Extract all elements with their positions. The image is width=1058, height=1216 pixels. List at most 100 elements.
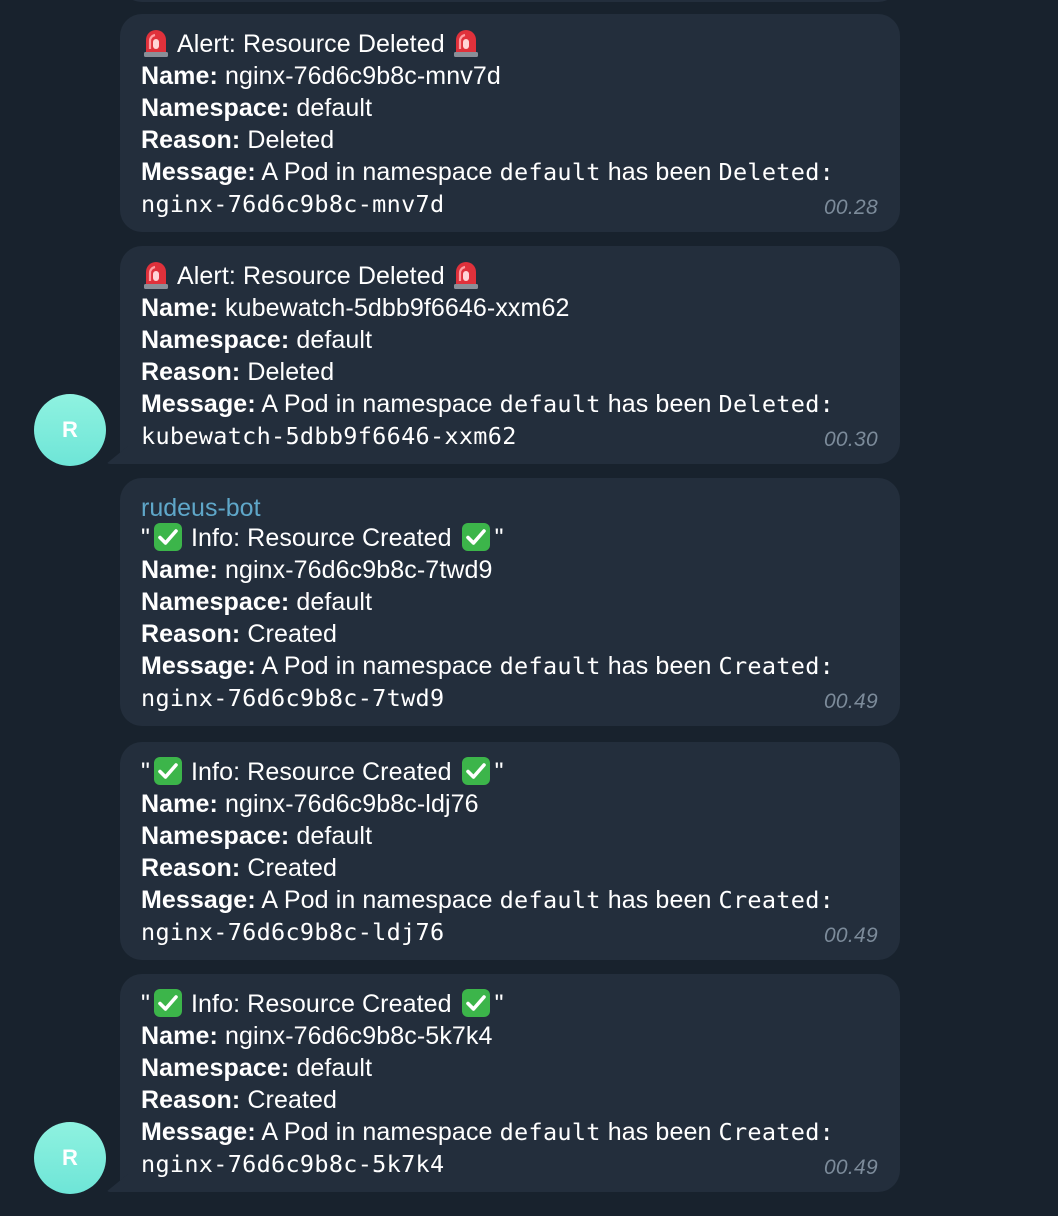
message-label: Message: <box>141 158 256 186</box>
reason-row: Reason: Created <box>141 1084 878 1116</box>
message-bubble[interactable]: Alert: Resource Deleted Name: nginx-76d6… <box>120 14 900 232</box>
previous-message-bubble[interactable] <box>120 0 900 2</box>
check-mark-icon <box>153 989 182 1017</box>
resource-code: nginx-76d6c9b8c-ldj76 <box>141 918 445 946</box>
namespace-row: Namespace: default <box>141 324 878 356</box>
name-label: Name: <box>141 556 218 584</box>
avatar[interactable]: R <box>34 394 106 466</box>
quote-close: " <box>494 524 504 552</box>
message-label: Message: <box>141 1118 256 1146</box>
alert-title-text: Alert: Resource Deleted <box>177 262 445 290</box>
message-bubble[interactable]: rudeus-bot " Info: Resource Created " Na… <box>120 478 900 726</box>
message-time: 00.30 <box>823 428 878 451</box>
message-namespace-code: default <box>499 390 601 418</box>
message-label: Message: <box>141 886 256 914</box>
message-time: 00.49 <box>823 1156 878 1179</box>
namespace-row: Namespace: default <box>141 586 878 618</box>
quote-close: " <box>494 990 504 1018</box>
message-action-code: Created: <box>718 886 835 914</box>
namespace-value: default <box>296 588 373 616</box>
message-bubble[interactable]: " Info: Resource Created " Name: nginx-7… <box>120 974 900 1192</box>
namespace-row: Namespace: default <box>141 820 878 852</box>
quote-close: " <box>494 758 504 786</box>
reason-value: Created <box>247 854 338 882</box>
message-mid: has been <box>607 1118 712 1146</box>
namespace-row: Namespace: default <box>141 92 878 124</box>
name-label: Name: <box>141 294 218 322</box>
avatar[interactable]: R <box>34 1122 106 1194</box>
check-mark-icon <box>153 523 182 551</box>
reason-value: Deleted <box>247 358 335 386</box>
siren-icon <box>453 262 478 289</box>
quote-open: " <box>141 990 150 1018</box>
message-row: Message: A Pod in namespace default has … <box>141 388 878 420</box>
message-action-code: Created: <box>718 652 835 680</box>
info-title-text: Info: Resource Created <box>190 524 452 552</box>
namespace-label: Namespace: <box>141 94 290 122</box>
name-row: Name: kubewatch-5dbb9f6646-xxm62 <box>141 292 878 324</box>
name-row: Name: nginx-76d6c9b8c-5k7k4 <box>141 1020 878 1052</box>
resource-code: nginx-76d6c9b8c-7twd9 <box>141 684 445 712</box>
alert-title-text: Alert: Resource Deleted <box>177 30 445 58</box>
reason-label: Reason: <box>141 126 241 154</box>
siren-icon <box>453 30 478 57</box>
namespace-row: Namespace: default <box>141 1052 878 1084</box>
sender-name[interactable]: rudeus-bot <box>141 492 878 522</box>
reason-value: Created <box>247 620 338 648</box>
message-time: 00.28 <box>823 196 878 219</box>
namespace-label: Namespace: <box>141 1054 290 1082</box>
info-title-text: Info: Resource Created <box>190 990 452 1018</box>
name-label: Name: <box>141 790 218 818</box>
namespace-label: Namespace: <box>141 326 290 354</box>
reason-row: Reason: Created <box>141 618 878 650</box>
message-bubble[interactable]: " Info: Resource Created " Name: nginx-7… <box>120 742 900 960</box>
message-label: Message: <box>141 652 256 680</box>
bubble-tail <box>106 446 128 464</box>
quote-open: " <box>141 524 150 552</box>
message-mid: has been <box>607 158 712 186</box>
message-namespace-code: default <box>499 158 601 186</box>
message-bubble[interactable]: Alert: Resource Deleted Name: kubewatch-… <box>120 246 900 464</box>
name-value: nginx-76d6c9b8c-mnv7d <box>224 62 501 90</box>
namespace-label: Namespace: <box>141 588 290 616</box>
resource-code: kubewatch-5dbb9f6646-xxm62 <box>141 422 517 450</box>
info-title-text: Info: Resource Created <box>190 758 452 786</box>
message-mid: has been <box>607 390 712 418</box>
message-action-code: Deleted: <box>718 390 835 418</box>
name-label: Name: <box>141 1022 218 1050</box>
message-row: Message: A Pod in namespace default has … <box>141 650 878 682</box>
message-action-code: Deleted: <box>718 158 835 186</box>
namespace-value: default <box>296 1054 373 1082</box>
message-row: Message: A Pod in namespace default has … <box>141 1116 878 1148</box>
resource-row: kubewatch-5dbb9f6646-xxm62 00.30 <box>141 420 878 452</box>
message-mid: has been <box>607 886 712 914</box>
message-namespace-code: default <box>499 652 601 680</box>
name-row: Name: nginx-76d6c9b8c-mnv7d <box>141 60 878 92</box>
name-value: nginx-76d6c9b8c-7twd9 <box>224 556 493 584</box>
quote-open: " <box>141 758 150 786</box>
name-label: Name: <box>141 62 218 90</box>
resource-row: nginx-76d6c9b8c-7twd9 00.49 <box>141 682 878 714</box>
reason-row: Reason: Deleted <box>141 124 878 156</box>
message-row: Message: A Pod in namespace default has … <box>141 884 878 916</box>
alert-title: Alert: Resource Deleted <box>141 260 878 292</box>
message-namespace-code: default <box>499 886 601 914</box>
message-prefix: A Pod in namespace <box>261 886 493 914</box>
message-prefix: A Pod in namespace <box>261 390 493 418</box>
alert-title: Alert: Resource Deleted <box>141 28 878 60</box>
info-title: " Info: Resource Created " <box>141 756 878 788</box>
reason-label: Reason: <box>141 358 241 386</box>
siren-icon <box>144 262 168 289</box>
resource-code: nginx-76d6c9b8c-mnv7d <box>141 190 445 218</box>
info-title: " Info: Resource Created " <box>141 988 878 1020</box>
bubble-tail <box>106 1174 128 1192</box>
reason-value: Created <box>247 1086 338 1114</box>
reason-value: Deleted <box>247 126 335 154</box>
chat-history[interactable]: Alert: Resource Deleted Name: nginx-76d6… <box>0 0 1058 1216</box>
name-value: nginx-76d6c9b8c-5k7k4 <box>224 1022 493 1050</box>
info-title: " Info: Resource Created " <box>141 522 878 554</box>
message-time: 00.49 <box>823 690 878 713</box>
reason-row: Reason: Created <box>141 852 878 884</box>
message-row: Message: A Pod in namespace default has … <box>141 156 878 188</box>
reason-label: Reason: <box>141 1086 241 1114</box>
